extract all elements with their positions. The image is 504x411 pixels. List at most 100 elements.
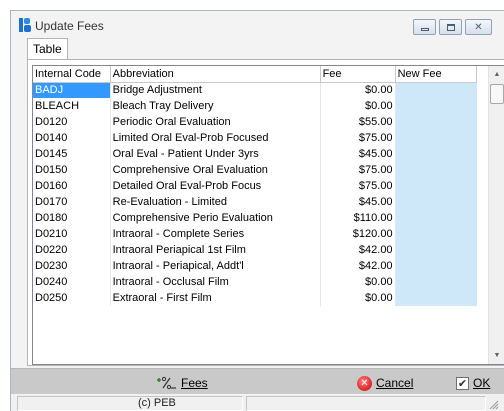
table-row[interactable]: D0240 Intraoral - Occlusal Film $0.00 [33, 274, 478, 290]
cell-abbreviation[interactable]: Detailed Oral Eval-Prob Focus [110, 178, 321, 194]
fees-grid[interactable]: Internal Code Abbreviation Fee New Fee B… [32, 65, 504, 365]
table-row[interactable]: D0250 Extraoral - First Film $0.00 [33, 290, 478, 306]
cell-abbreviation[interactable]: Limited Oral Eval-Prob Focused [110, 130, 321, 146]
vertical-scrollbar[interactable]: ▲ ▼ [488, 66, 504, 364]
cell-new-fee[interactable] [395, 162, 478, 178]
table-row[interactable]: D0160 Detailed Oral Eval-Prob Focus $75.00 [33, 178, 478, 194]
resize-grip-icon[interactable] [489, 400, 499, 410]
tab-strip: Table [27, 38, 68, 60]
cell-new-fee[interactable] [395, 258, 478, 274]
table-body: BADJ Bridge Adjustment $0.00 BLEACH Bleach T… [33, 82, 478, 306]
ok-button-label: OK [473, 376, 491, 390]
cell-new-fee[interactable] [395, 82, 478, 98]
cell-internal-code[interactable]: D0150 [33, 162, 111, 178]
cell-internal-code[interactable]: BLEACH [33, 98, 111, 114]
scroll-down-icon[interactable]: ▼ [489, 347, 504, 364]
table-row[interactable]: D0170 Re-Evaluation - Limited $45.00 [33, 194, 478, 210]
cell-new-fee[interactable] [395, 290, 478, 306]
cell-new-fee[interactable] [395, 130, 478, 146]
cell-new-fee[interactable] [395, 178, 478, 194]
cell-new-fee[interactable] [395, 226, 478, 242]
checkbox-icon: ✔ [456, 376, 469, 390]
table-row[interactable]: D0220 Intraoral Periapical 1st Film $42.00 [33, 242, 478, 258]
column-header-fee[interactable]: Fee [320, 66, 396, 83]
table-row[interactable]: BLEACH Bleach Tray Delivery $0.00 [33, 98, 478, 114]
table-row[interactable]: D0180 Comprehensive Perio Evaluation $110.… [33, 210, 478, 226]
cell-new-fee[interactable] [395, 274, 478, 290]
cell-internal-code[interactable]: D0180 [33, 210, 111, 226]
column-header-internal-code[interactable]: Internal Code [33, 66, 111, 83]
cell-internal-code[interactable]: D0170 [33, 194, 111, 210]
table-row[interactable]: D0210 Intraoral - Complete Series $120.00 [33, 226, 478, 242]
cell-fee[interactable]: $0.00 [320, 274, 396, 290]
cell-new-fee[interactable] [395, 242, 478, 258]
cell-abbreviation[interactable]: Bridge Adjustment [110, 82, 321, 98]
cell-internal-code[interactable]: D0160 [33, 178, 111, 194]
table-row[interactable]: D0120 Periodic Oral Evaluation $55.00 [33, 114, 478, 130]
cell-internal-code[interactable]: D0145 [33, 146, 111, 162]
maximize-button[interactable] [439, 19, 462, 35]
close-button[interactable]: ✕ [465, 19, 492, 35]
maximize-icon [440, 20, 461, 34]
cell-abbreviation[interactable]: Intraoral - Complete Series [110, 226, 321, 242]
cell-fee[interactable]: $75.00 [320, 178, 396, 194]
table-row[interactable]: D0140 Limited Oral Eval-Prob Focused $75.0… [33, 130, 478, 146]
cell-fee[interactable]: $110.00 [320, 210, 396, 226]
cell-internal-code[interactable]: D0210 [33, 226, 111, 242]
minimize-button[interactable] [413, 19, 436, 35]
tab-table[interactable]: Table [27, 38, 68, 60]
cell-fee[interactable]: $0.00 [320, 98, 396, 114]
cell-fee[interactable]: $55.00 [320, 114, 396, 130]
cell-fee[interactable]: $0.00 [320, 290, 396, 306]
cell-fee[interactable]: $42.00 [320, 242, 396, 258]
tab-panel-table: Internal Code Abbreviation Fee New Fee B… [27, 59, 504, 366]
cell-internal-code[interactable]: D0120 [33, 114, 111, 130]
cell-internal-code[interactable]: D0240 [33, 274, 111, 290]
cell-fee[interactable]: $75.00 [320, 130, 396, 146]
table-row[interactable]: D0150 Comprehensive Oral Evaluation $75.00 [33, 162, 478, 178]
cancel-button[interactable]: ✕ Cancel [357, 374, 413, 392]
cell-internal-code[interactable]: D0230 [33, 258, 111, 274]
title-bar[interactable]: Update Fees ✕ [11, 11, 504, 37]
cell-abbreviation[interactable]: Intraoral Periapical 1st Film [110, 242, 321, 258]
cell-new-fee[interactable] [395, 146, 478, 162]
cell-abbreviation[interactable]: Comprehensive Oral Evaluation [110, 162, 321, 178]
cell-internal-code[interactable]: D0140 [33, 130, 111, 146]
cell-internal-code[interactable]: D0250 [33, 290, 111, 306]
ok-button[interactable]: ✔ OK [456, 374, 490, 392]
scroll-up-icon[interactable]: ▲ [489, 66, 504, 83]
scroll-thumb[interactable] [490, 84, 504, 104]
fees-button[interactable]: Fees [157, 374, 208, 392]
table-row[interactable]: BADJ Bridge Adjustment $0.00 [33, 82, 478, 98]
cell-fee[interactable]: $75.00 [320, 162, 396, 178]
cell-fee[interactable]: $120.00 [320, 226, 396, 242]
cell-abbreviation[interactable]: Comprehensive Perio Evaluation [110, 210, 321, 226]
window-controls: ✕ [413, 19, 492, 35]
cell-new-fee[interactable] [395, 194, 478, 210]
column-header-new-fee[interactable]: New Fee [395, 66, 478, 83]
cell-abbreviation[interactable]: Intraoral - Occlusal Film [110, 274, 321, 290]
table-row[interactable]: D0145 Oral Eval - Patient Under 3yrs $45.0… [33, 146, 478, 162]
cell-abbreviation[interactable]: Periodic Oral Evaluation [110, 114, 321, 130]
column-header-abbreviation[interactable]: Abbreviation [110, 66, 321, 83]
cell-abbreviation[interactable]: Bleach Tray Delivery [110, 98, 321, 114]
cell-internal-code[interactable]: D0220 [33, 242, 111, 258]
cell-new-fee[interactable] [395, 98, 478, 114]
table-row[interactable]: D0230 Intraoral - Periapical, Addt'l $42.0… [33, 258, 478, 274]
table-header-row: Internal Code Abbreviation Fee New Fee [33, 66, 478, 83]
close-icon: ✕ [474, 21, 483, 33]
cell-abbreviation[interactable]: Re-Evaluation - Limited [110, 194, 321, 210]
cell-abbreviation[interactable]: Extraoral - First Film [110, 290, 321, 306]
status-bar: (c) PEB [11, 395, 504, 411]
cell-new-fee[interactable] [395, 114, 478, 130]
status-panel-empty [246, 396, 486, 411]
cell-internal-code[interactable]: BADJ [33, 82, 111, 98]
cell-fee[interactable]: $0.00 [320, 82, 396, 98]
cell-fee[interactable]: $45.00 [320, 146, 396, 162]
cell-new-fee[interactable] [395, 210, 478, 226]
cell-fee[interactable]: $42.00 [320, 258, 396, 274]
cell-fee[interactable]: $45.00 [320, 194, 396, 210]
cell-abbreviation[interactable]: Intraoral - Periapical, Addt'l [110, 258, 321, 274]
cancel-icon: ✕ [357, 375, 372, 391]
cell-abbreviation[interactable]: Oral Eval - Patient Under 3yrs [110, 146, 321, 162]
